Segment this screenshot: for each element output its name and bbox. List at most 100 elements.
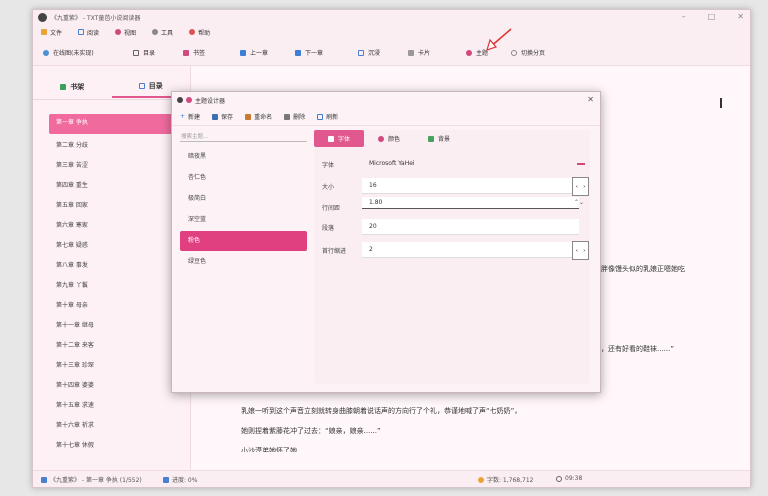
chapter-item[interactable]: 第四章 重生	[49, 177, 179, 197]
theme-item[interactable]: 杏仁色	[180, 168, 307, 188]
content-line: 她则捏着紫藤花冲了过去：“娘亲，娘亲......”	[241, 427, 381, 435]
theme-settings-panel: 字体 颜色 背景 字体 Microsoft YaHei 大小 16 ‹ › 行间距…	[314, 130, 590, 384]
tab-background[interactable]: 背景	[414, 130, 464, 147]
menu-tools[interactable]: 工具	[152, 28, 173, 37]
chapter-item[interactable]: 第五章 回家	[49, 197, 179, 217]
tab-bookshelf[interactable]: 书架	[33, 76, 112, 98]
prev-chapter-button[interactable]: 上一章	[240, 48, 268, 57]
delete-theme-button[interactable]: 删除	[284, 112, 305, 121]
shelf-icon	[60, 84, 67, 90]
minimize-button[interactable]: –	[682, 12, 686, 21]
indent-input[interactable]: 2	[362, 242, 579, 258]
refresh-icon	[317, 113, 324, 120]
arrow-left-icon	[240, 49, 246, 56]
dialog-close-button[interactable]: ✕	[587, 95, 594, 104]
save-icon	[212, 113, 219, 120]
menu-help[interactable]: 帮助	[189, 28, 210, 37]
status-progress: 进度: 0%	[163, 475, 197, 484]
indent-label: 首行缩进	[322, 248, 347, 255]
theme-item[interactable]: 绿豆色	[180, 252, 307, 272]
theme-item[interactable]: 暗夜黑	[180, 147, 307, 167]
decrement-icon[interactable]: ‹	[576, 184, 578, 190]
font-icon	[328, 135, 334, 142]
chevron-up-down-icon[interactable]: ⌃⌄	[574, 199, 584, 206]
indent-stepper[interactable]: ‹ ›	[572, 241, 589, 260]
trash-icon	[284, 113, 291, 120]
chapter-item[interactable]: 第十三章 珍琛	[49, 357, 179, 377]
chapter-item[interactable]: 第十章 母亲	[49, 297, 179, 317]
menu-file[interactable]: 文件	[41, 28, 62, 37]
chapter-item[interactable]: 第三章 苦涩	[49, 157, 179, 177]
theme-item[interactable]: 极简白	[180, 189, 307, 209]
content-line: 乳娘一听到这个声音立刻就转身曲膝朝着说话声的方向行了个礼，恭谨地喊了声“七奶奶”…	[241, 407, 522, 415]
text-icon	[478, 476, 484, 483]
chapter-item[interactable]: 第十七章 休假	[49, 437, 179, 457]
chapter-item[interactable]: 第十四章 婆婆	[49, 377, 179, 397]
text-cursor	[720, 98, 722, 108]
toolbar: 在线图(未实现) 目录 书签 上一章 下一章 沉浸 卡片 主题 切换分页	[33, 39, 750, 66]
line-spacing-input[interactable]: 1.80	[362, 197, 579, 209]
decrement-icon[interactable]: ‹	[576, 248, 578, 254]
clock-icon	[556, 475, 562, 482]
theme-search-input[interactable]: 搜索主题...	[180, 132, 307, 142]
split-page-button[interactable]: 切换分页	[511, 48, 545, 57]
chapter-item[interactable]: 第十五章 求速	[49, 397, 179, 417]
online-button[interactable]: 在线图(未实现)	[43, 48, 94, 57]
chapter-item[interactable]: 第七章 疑惑	[49, 237, 179, 257]
size-input[interactable]: 16	[362, 178, 579, 194]
refresh-theme-button[interactable]: 刷新	[317, 112, 338, 121]
chapter-item[interactable]: 第十六章 祈求	[49, 417, 179, 437]
list-icon	[133, 49, 139, 56]
bookmark-button[interactable]: 书签	[183, 48, 205, 57]
chapter-item[interactable]: 第十二章 来客	[49, 337, 179, 357]
theme-item[interactable]: 深空蓝	[180, 210, 307, 230]
rename-theme-button[interactable]: 重命名	[245, 112, 272, 121]
chapter-item[interactable]: 第九章 丫鬟	[49, 277, 179, 297]
plus-icon: +	[180, 113, 186, 120]
chapter-item[interactable]: 第八章 事发	[49, 257, 179, 277]
font-select[interactable]: Microsoft YaHei	[362, 156, 579, 171]
chapter-list: 第一章 争执 第二章 分歧 第三章 苦涩 第四章 重生 第五章 回家 第六章 寒…	[49, 114, 179, 457]
next-chapter-button[interactable]: 下一章	[295, 48, 323, 57]
new-theme-button[interactable]: + 新建	[180, 112, 200, 121]
toc-button[interactable]: 目录	[133, 48, 155, 57]
tab-font[interactable]: 字体	[314, 130, 365, 147]
status-words: 字数: 1,768,712	[478, 475, 533, 484]
maximize-button[interactable]: □	[708, 12, 716, 21]
dialog-title: 主题设计器	[195, 97, 226, 105]
font-row: 字体 Microsoft YaHei	[322, 160, 585, 169]
save-theme-button[interactable]: 保存	[212, 112, 233, 121]
dropdown-icon[interactable]	[577, 163, 585, 165]
pencil-icon	[245, 113, 252, 120]
immersive-button[interactable]: 沉浸	[358, 48, 380, 57]
paragraph-input[interactable]: 20	[362, 219, 579, 235]
chapter-item[interactable]: 第六章 寒家	[49, 217, 179, 237]
palette-icon	[466, 49, 472, 56]
chart-icon	[163, 476, 169, 483]
content-line: ，还有好看的鞋袜......”	[601, 345, 674, 353]
menu-view[interactable]: 视图	[115, 28, 136, 37]
card-icon	[408, 49, 414, 56]
globe-icon	[43, 49, 49, 56]
chapter-item[interactable]: 第二章 分歧	[49, 137, 179, 157]
menu-bar: 文件 阅读 视图 工具 帮助	[33, 25, 750, 39]
increment-icon[interactable]: ›	[583, 248, 585, 254]
app-icon	[38, 13, 47, 22]
increment-icon[interactable]: ›	[583, 184, 585, 190]
paragraph-row: 段落 20	[322, 219, 579, 235]
theme-item[interactable]: 粉色	[180, 231, 307, 251]
dialog-title-bar: 主题设计器 ✕	[172, 92, 600, 108]
chapter-item[interactable]: 第一章 争执	[49, 114, 179, 134]
app-icon	[177, 97, 183, 103]
card-button[interactable]: 卡片	[408, 48, 430, 57]
close-window-button[interactable]: ✕	[737, 12, 744, 21]
font-label: 字体	[322, 162, 335, 169]
size-stepper[interactable]: ‹ ›	[572, 177, 589, 196]
bookmark-icon	[183, 49, 189, 56]
tab-color[interactable]: 颜色	[364, 130, 414, 147]
theme-list-panel: 搜索主题... 暗夜黑 杏仁色 极简白 深空蓝 粉色 绿豆色	[180, 132, 307, 382]
menu-read[interactable]: 阅读	[78, 28, 99, 37]
arrow-right-icon	[295, 49, 301, 56]
chapter-item[interactable]: 第十一章 继母	[49, 317, 179, 337]
palette-icon	[186, 97, 192, 103]
